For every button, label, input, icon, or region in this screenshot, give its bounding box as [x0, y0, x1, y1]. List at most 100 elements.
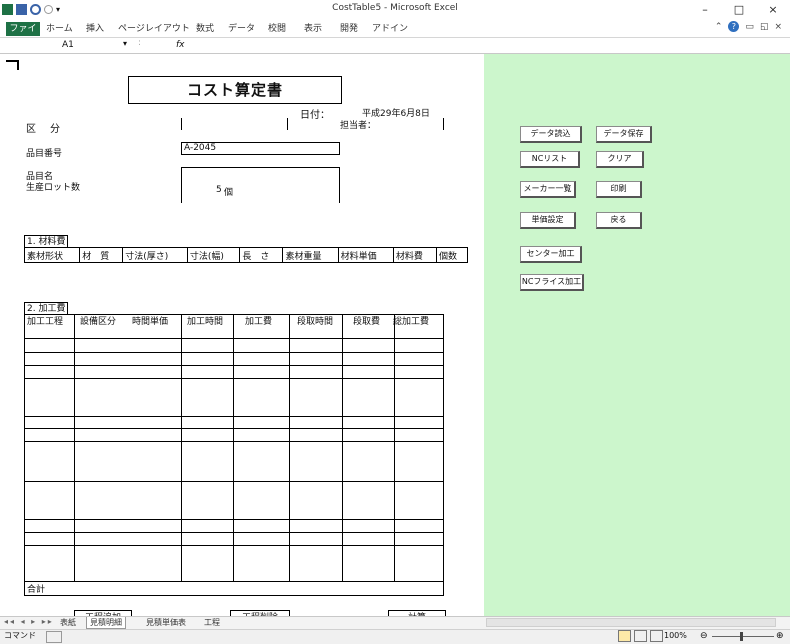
sheet-tab-cover[interactable]: 表紙	[60, 617, 76, 628]
grid-line	[181, 315, 182, 581]
lot-value: 5	[216, 185, 222, 195]
hinban-label: 品目番号	[26, 149, 63, 159]
tab-addins[interactable]: アドイン	[372, 22, 408, 36]
tab-data[interactable]: データ	[228, 22, 255, 36]
load-data-button[interactable]: データ読込	[520, 126, 582, 143]
lot-unit: 個	[224, 188, 234, 198]
tab-insert[interactable]: 挿入	[86, 22, 104, 36]
grid-line	[342, 315, 343, 581]
process-header-cell: 段取費	[353, 317, 381, 327]
minimize-icon[interactable]: ▭	[745, 22, 754, 32]
tab-developer[interactable]: 開発	[340, 22, 358, 36]
normal-view-icon[interactable]	[618, 630, 631, 642]
sheet-tab-process[interactable]: 工程	[204, 617, 220, 628]
document-title: コスト算定書	[128, 76, 342, 104]
owner-field[interactable]	[181, 118, 444, 130]
process-header-row: 加工工程 設備区分 時間単価 加工時間 加工費 段取時間 段取費 総加工費	[25, 315, 443, 329]
zoom-slider[interactable]	[712, 636, 774, 637]
grid-line	[25, 441, 443, 442]
tab-file[interactable]: ファイル	[6, 22, 40, 48]
sheet-nav-arrows-icon[interactable]: ◂◂ ◂ ▸ ▸▸	[4, 617, 54, 626]
tab-page-layout[interactable]: ページレイアウト	[118, 22, 190, 36]
zoom-out-icon[interactable]: ⊖	[700, 631, 708, 641]
grid-line	[25, 352, 443, 353]
process-header-cell: 時間単価	[132, 317, 169, 327]
material-header-cell: 材料費	[392, 247, 437, 263]
macro-record-icon[interactable]	[46, 631, 62, 643]
back-button[interactable]: 戻る	[596, 212, 642, 229]
grid-line	[394, 315, 395, 581]
grid-line	[25, 545, 443, 546]
grid-line	[25, 338, 443, 339]
material-header-row: 素材形状 材 質 寸法(厚さ) 寸法(幅) 長 さ 素材重量 材料単価 材料費 …	[23, 247, 469, 263]
zoom-level: 100%	[664, 631, 687, 640]
material-header-cell: 長 さ	[239, 247, 284, 263]
tab-view[interactable]: 表示	[304, 22, 322, 36]
zoom-in-icon[interactable]: ⊕	[776, 631, 784, 641]
grid-line	[25, 532, 443, 533]
process-table: 加工工程 設備区分 時間単価 加工時間 加工費 段取時間 段取費 総加工費 合計	[24, 314, 444, 596]
view-buttons	[618, 630, 663, 642]
material-header-cell: 材 質	[79, 247, 124, 263]
horizontal-scrollbar[interactable]	[486, 618, 776, 627]
maximize-button[interactable]: □	[722, 0, 756, 19]
grid-line	[233, 315, 234, 581]
name-box-dropdown-icon[interactable]: ▾	[123, 39, 127, 48]
minimize-button[interactable]: –	[688, 0, 722, 19]
grid-line	[25, 581, 443, 582]
grid-line	[25, 365, 443, 366]
tab-review[interactable]: 校閲	[268, 22, 286, 36]
close-icon[interactable]: ×	[774, 22, 782, 32]
material-table: 素材形状 材 質 寸法(厚さ) 寸法(幅) 長 さ 素材重量 材料単価 材料費 …	[23, 247, 469, 263]
unit-price-button[interactable]: 単価設定	[520, 212, 576, 229]
close-button[interactable]: ×	[756, 0, 790, 19]
ribbon-right-controls: ⌃ ? ▭ ◱ ×	[715, 21, 782, 32]
field-divider	[443, 118, 444, 130]
formula-input[interactable]	[196, 39, 776, 51]
material-header-cell: 寸法(厚さ)	[122, 247, 188, 263]
grid-line	[289, 315, 290, 581]
material-header-cell: 材料単価	[337, 247, 394, 263]
grid-line	[25, 519, 443, 520]
center-machining-button[interactable]: センター加工	[520, 246, 582, 263]
window-controls: – □ ×	[688, 0, 790, 19]
process-header-cell: 設備区分	[80, 317, 117, 327]
kubun-label: 区 分	[26, 124, 62, 135]
process-header-cell: 加工工程	[27, 317, 64, 327]
hinban-field[interactable]: A-2045	[181, 142, 340, 155]
window-title: CostTable5 - Microsoft Excel	[332, 3, 458, 13]
formula-cancel-icon[interactable]: :	[138, 38, 141, 48]
page-break-view-icon[interactable]	[650, 630, 663, 642]
material-header-cell: 素材重量	[282, 247, 339, 263]
grid-line	[25, 481, 443, 482]
save-data-button[interactable]: データ保存	[596, 126, 652, 143]
process-header-cell: 総加工費	[393, 317, 430, 327]
nc-list-button[interactable]: NCリスト	[520, 151, 580, 168]
help-icon[interactable]: ?	[728, 21, 740, 32]
maker-list-button[interactable]: メーカー一覧	[520, 181, 576, 198]
grid-line	[25, 416, 443, 417]
process-header-cell: 加工時間	[187, 317, 224, 327]
clear-button[interactable]: クリア	[596, 151, 644, 168]
zoom-slider-thumb[interactable]	[740, 632, 743, 641]
sheet-tab-estimate[interactable]: 見積明細	[86, 617, 126, 629]
name-box[interactable]: A1	[2, 39, 122, 51]
total-label: 合計	[27, 585, 46, 595]
lot-label: 生産ロット数	[26, 183, 81, 193]
restore-icon[interactable]: ◱	[760, 22, 769, 32]
corner-mark	[6, 60, 19, 70]
tab-formulas[interactable]: 数式	[196, 22, 214, 36]
grid-line	[25, 428, 443, 429]
sheet-tab-price-table[interactable]: 見積単価表	[146, 617, 186, 628]
tab-home[interactable]: ホーム	[46, 22, 73, 36]
nc-milling-button[interactable]: NCフライス加工	[520, 274, 584, 291]
fx-icon[interactable]: fx	[176, 39, 185, 51]
material-header-cell: 個数	[435, 247, 469, 263]
print-button[interactable]: 印刷	[596, 181, 642, 198]
page-layout-view-icon[interactable]	[634, 630, 647, 642]
grid-line	[25, 378, 443, 379]
status-mode: コマンド	[4, 631, 36, 640]
hinmei-lot-field[interactable]: 5 個	[181, 167, 340, 203]
chevron-up-icon[interactable]: ⌃	[715, 22, 723, 32]
field-divider	[287, 118, 288, 130]
